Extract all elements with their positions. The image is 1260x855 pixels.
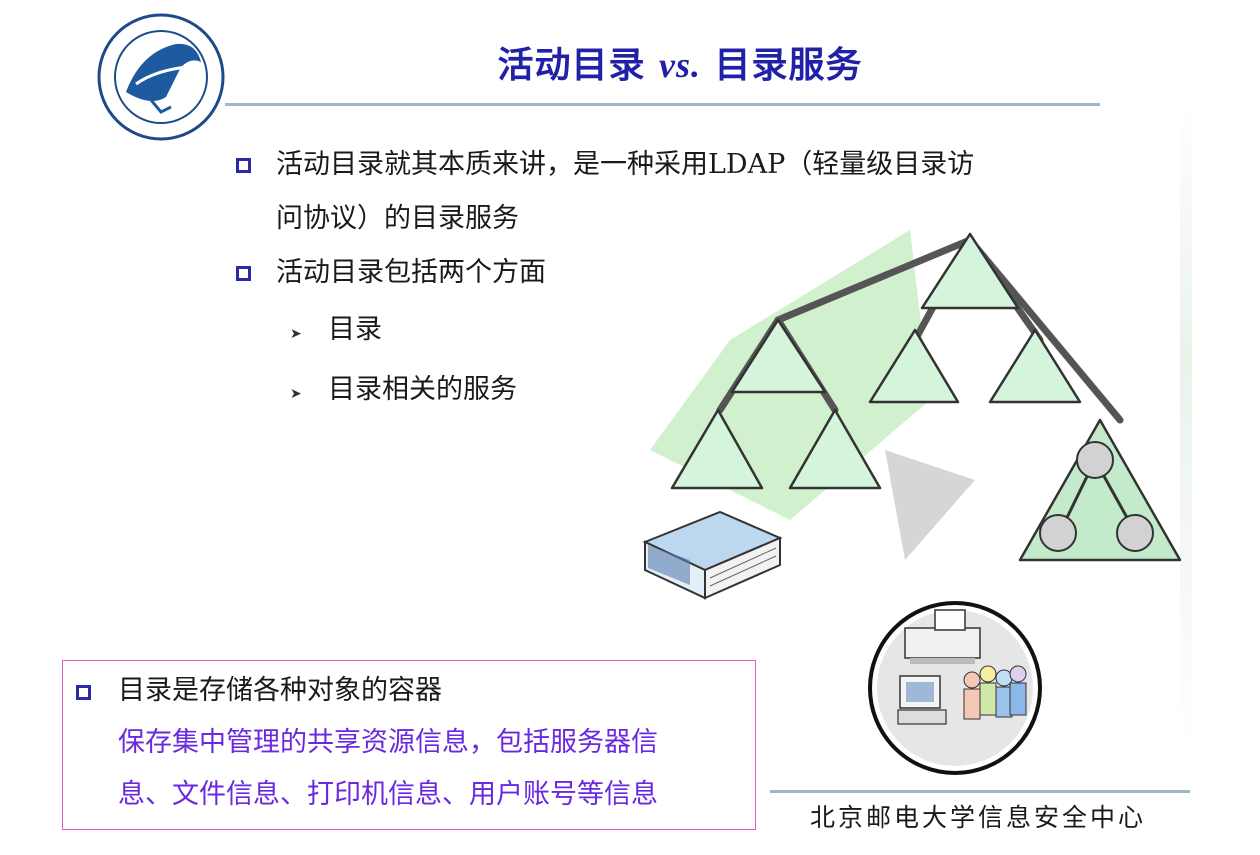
bullet-item-ldap: 活动目录就其本质来讲，是一种采用LDAP（轻量级目录访 问协议）的目录服务 bbox=[230, 138, 1110, 246]
info-box-line2: 息、文件信息、打印机信息、用户账号等信息 bbox=[118, 779, 658, 810]
university-logo bbox=[97, 13, 225, 141]
bullet-text: 活动目录包括两个方面 bbox=[276, 257, 546, 288]
sub-bullet-text: 目录相关的服务 bbox=[328, 374, 517, 405]
sub-bullet-services: ➤ 目录相关的服务 bbox=[230, 360, 1110, 420]
info-box-line1: 保存集中管理的共享资源信息，包括服务器信 bbox=[118, 727, 658, 758]
info-box: 目录是存储各种对象的容器 保存集中管理的共享资源信息，包括服务器信 息、文件信息… bbox=[62, 660, 756, 830]
sub-bullet-directory: ➤ 目录 bbox=[230, 300, 1110, 360]
bullet-square-icon bbox=[236, 158, 251, 173]
book-icon bbox=[642, 510, 783, 600]
info-box-heading: 目录是存储各种对象的容器 bbox=[63, 665, 755, 717]
bullet-square-icon bbox=[76, 685, 91, 700]
bullet-list: 活动目录就其本质来讲，是一种采用LDAP（轻量级目录访 问协议）的目录服务 活动… bbox=[230, 138, 1110, 420]
page-title: 活动目录 vs. 目录服务 bbox=[497, 45, 863, 86]
bullet-item-aspects: 活动目录包括两个方面 bbox=[230, 246, 1110, 300]
chevron-right-icon: ➤ bbox=[290, 386, 302, 402]
footer-org-name: 北京邮电大学信息安全中心 bbox=[810, 803, 1147, 832]
bullet-text-line1: 活动目录就其本质来讲，是一种采用LDAP（轻量级目录访 bbox=[276, 149, 975, 180]
printer-users-icon bbox=[868, 601, 1042, 775]
chevron-right-icon: ➤ bbox=[290, 326, 302, 342]
title-divider bbox=[225, 103, 1100, 106]
sub-bullet-text: 目录 bbox=[328, 314, 382, 345]
bullet-text-line2: 问协议）的目录服务 bbox=[276, 203, 519, 234]
footer-divider bbox=[770, 790, 1190, 793]
bullet-square-icon bbox=[236, 266, 251, 281]
